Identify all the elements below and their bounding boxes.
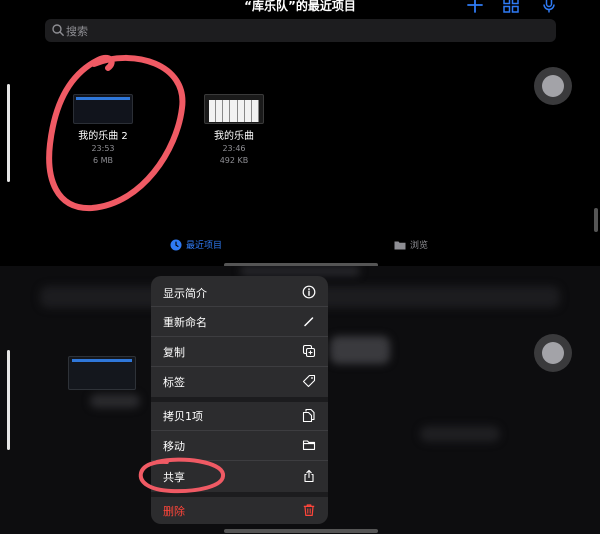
menu-item-tags[interactable]: 标签	[151, 367, 328, 396]
tag-icon	[302, 374, 316, 388]
file-size: 6 MB	[92, 156, 114, 165]
menu-item-rename[interactable]: 重新命名	[151, 307, 328, 336]
search-placeholder: 搜索	[66, 25, 88, 38]
menu-item-duplicate[interactable]: 复制	[151, 337, 328, 366]
menu-item-get-info[interactable]: 显示简介	[151, 280, 328, 305]
menu-item-label: 重新命名	[163, 315, 207, 329]
folder-icon	[302, 440, 316, 450]
copy-doc-icon	[302, 408, 315, 422]
mic-icon[interactable]	[540, 0, 558, 14]
file-time: 23:46	[222, 144, 246, 153]
blurred-tab	[420, 426, 500, 442]
menu-item-share[interactable]: 共享	[151, 461, 328, 492]
file-item[interactable]: 我的乐曲 2 23:53 6 MB	[43, 94, 163, 166]
share-icon	[304, 469, 314, 483]
context-menu: 显示简介 重新命名 复制 标签 拷贝1项 移动 共享 删除	[151, 276, 328, 524]
menu-item-copy[interactable]: 拷贝1项	[151, 402, 328, 429]
tab-browse[interactable]: 浏览	[394, 238, 428, 251]
menu-item-label: 删除	[163, 504, 185, 518]
menu-item-label: 移动	[163, 439, 185, 453]
recents-browser: “库乐队”的最近项目 搜索 我的乐曲 2 23:53 6 MB 我的乐曲 23:…	[0, 0, 600, 266]
menu-item-delete[interactable]: 删除	[151, 497, 328, 524]
menu-item-label: 复制	[163, 345, 185, 359]
menu-item-label: 显示简介	[163, 286, 207, 300]
info-icon	[302, 285, 316, 299]
pencil-icon	[304, 317, 314, 327]
assistive-touch-button[interactable]	[534, 67, 572, 105]
sidebar-handle[interactable]	[7, 350, 10, 450]
edge-handle[interactable]	[594, 208, 598, 232]
file-time: 23:53	[91, 144, 115, 153]
file-thumbnail	[204, 94, 264, 124]
folder-icon	[394, 241, 406, 249]
duplicate-icon	[302, 344, 316, 358]
selected-file-thumbnail	[68, 356, 136, 390]
sidebar-handle[interactable]	[7, 84, 10, 182]
tab-label: 浏览	[410, 241, 429, 251]
file-size: 492 KB	[219, 156, 249, 165]
menu-item-label: 拷贝1项	[163, 409, 203, 423]
assistive-touch-button[interactable]	[534, 334, 572, 372]
tab-label: 最近项目	[186, 241, 223, 251]
clock-icon	[170, 239, 182, 250]
menu-item-label: 共享	[163, 470, 185, 484]
file-name: 我的乐曲	[214, 131, 254, 142]
trash-icon	[303, 504, 315, 516]
file-thumbnail	[73, 94, 133, 124]
file-item[interactable]: 我的乐曲 23:46 492 KB	[174, 94, 294, 166]
grid-icon[interactable]	[502, 0, 520, 14]
file-name: 我的乐曲 2	[78, 131, 128, 142]
blurred-thumb	[330, 336, 390, 364]
menu-item-move[interactable]: 移动	[151, 431, 328, 460]
blurred-title	[240, 266, 360, 276]
menu-item-label: 标签	[163, 375, 185, 389]
blurred-text	[90, 394, 140, 408]
search-icon	[52, 24, 64, 36]
plus-icon[interactable]	[466, 0, 484, 14]
search-field[interactable]: 搜索	[45, 19, 556, 42]
tab-recents[interactable]: 最近项目	[170, 238, 222, 251]
home-indicator	[224, 529, 378, 533]
